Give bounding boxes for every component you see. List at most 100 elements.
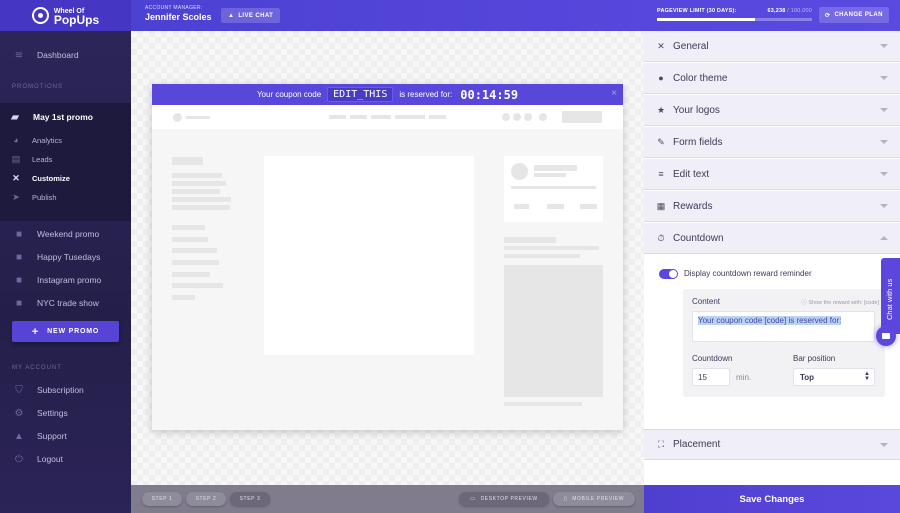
- section-general[interactable]: ✕ General: [644, 31, 900, 62]
- chevron-down-icon: [880, 76, 888, 80]
- sidebar-item-support[interactable]: ▲ Support: [0, 425, 131, 447]
- wheel-icon: [31, 7, 49, 24]
- chevron-down-icon: [880, 44, 888, 48]
- close-icon[interactable]: ×: [611, 88, 617, 99]
- gift-icon: ▦: [656, 200, 666, 211]
- content-hint: ⓘ Show the reward with: [code]: [801, 300, 879, 306]
- sidebar: ≋ Dashboard PROMOTIONS ▰ May 1st promo ◕…: [0, 31, 131, 513]
- section-your-logos[interactable]: ★ Your logos: [644, 95, 900, 126]
- skeleton-block: [186, 116, 210, 119]
- skeleton-block: [172, 225, 205, 230]
- refresh-icon: ⟳: [825, 12, 831, 19]
- chat-icon: ▲: [228, 12, 235, 19]
- countdown-label: Countdown: [692, 354, 733, 363]
- skeleton-block: [172, 260, 219, 265]
- change-plan-button[interactable]: ⟳ CHANGE PLAN: [819, 7, 889, 23]
- section-edit-text[interactable]: ≡ Edit text: [644, 159, 900, 190]
- folder-icon: ■: [15, 274, 23, 286]
- skeleton-block: [562, 111, 602, 123]
- skeleton-block: [524, 113, 532, 121]
- plus-icon: +: [31, 325, 40, 338]
- chevron-down-icon: [880, 108, 888, 112]
- brand-logo[interactable]: Wheel Of PopUps: [0, 0, 131, 31]
- message-icon: [882, 333, 890, 339]
- skeleton-block: [504, 402, 582, 406]
- skeleton-sidebar-image: [504, 265, 603, 397]
- sidebar-item-promo[interactable]: ■ NYC trade show: [0, 292, 131, 314]
- live-chat-label: LIVE CHAT: [238, 12, 274, 19]
- desktop-preview-button[interactable]: ▭ DESKTOP PREVIEW: [459, 492, 549, 506]
- coupon-code: EDIT_THIS: [327, 87, 394, 102]
- skeleton-block: [172, 181, 226, 186]
- skeleton-block: [172, 272, 210, 277]
- skeleton-block: [172, 189, 220, 194]
- skeleton-block: [511, 163, 528, 180]
- pageview-limit: PAGEVIEW LIMIT (30 DAYS): 63,238 / 100,0…: [657, 8, 812, 21]
- section-rewards[interactable]: ▦ Rewards: [644, 191, 900, 222]
- account-manager-name: Jennifer Scoles: [145, 12, 212, 22]
- tools-icon: ✕: [12, 172, 20, 183]
- content-textarea[interactable]: Your coupon code [code] is reserved for:: [692, 311, 875, 342]
- bell-icon: ▲: [14, 430, 24, 442]
- skeleton-block: [504, 237, 556, 243]
- mobile-preview-button[interactable]: ▯ MOBILE PREVIEW: [553, 492, 635, 506]
- power-icon: ⏻: [15, 453, 23, 465]
- skeleton-block: [534, 165, 577, 171]
- new-promo-button[interactable]: + NEW PROMO: [12, 321, 119, 342]
- settings-panel: ✕ General ● Color theme ★ Your logos ✎ F…: [644, 31, 900, 485]
- live-chat-button[interactable]: ▲ LIVE CHAT: [221, 8, 281, 23]
- sidebar-item-subscription[interactable]: ⛉ Subscription: [0, 379, 131, 401]
- sidebar-item-may-1st-promo[interactable]: ▰ May 1st promo: [0, 106, 131, 128]
- sidebar-item-publish[interactable]: ➤ Publish: [0, 188, 131, 206]
- skeleton-block: [513, 113, 521, 121]
- send-icon: ➤: [12, 191, 20, 202]
- skeleton-block: [429, 115, 446, 119]
- pageview-total: / 100,000: [787, 8, 812, 14]
- chat-with-us-tab[interactable]: Chat with us: [881, 258, 900, 334]
- pageview-used: 63,238: [767, 8, 786, 14]
- step-2-button[interactable]: STEP 2: [186, 492, 226, 506]
- website-preview: Your coupon code EDIT_THIS is reserved f…: [152, 84, 623, 430]
- sidebar-item-customize[interactable]: ✕ Customize: [0, 169, 131, 187]
- folder-open-icon: ▰: [11, 111, 19, 123]
- top-bar: Wheel Of PopUps ACCOUNT MANAGER: Jennife…: [0, 0, 900, 31]
- sidebar-item-promo[interactable]: ■ Happy Tusedays: [0, 246, 131, 268]
- bar-position-select[interactable]: Top ▲ ▼: [793, 368, 875, 386]
- mobile-icon: ▯: [563, 496, 568, 502]
- tools-icon: ✕: [657, 40, 665, 51]
- chevron-down-icon: [880, 204, 888, 208]
- pie-chart-icon: ◕: [13, 135, 19, 145]
- content-label: Content: [692, 297, 721, 306]
- countdown-minutes-input[interactable]: 15: [692, 368, 730, 386]
- skeleton-block: [371, 115, 391, 119]
- save-changes-button[interactable]: Save Changes: [644, 485, 900, 513]
- skeleton-block: [502, 113, 510, 121]
- step-3-button[interactable]: STEP 3: [230, 492, 270, 506]
- skeleton-block: [534, 173, 566, 177]
- sidebar-item-promo[interactable]: ■ Weekend promo: [0, 223, 131, 245]
- bottom-bar: STEP 1 STEP 2 STEP 3 ▭ DESKTOP PREVIEW ▯…: [131, 485, 644, 513]
- countdown-toggle[interactable]: [659, 269, 678, 279]
- sidebar-item-dashboard[interactable]: ≋ Dashboard: [0, 44, 131, 66]
- step-1-button[interactable]: STEP 1: [142, 492, 182, 506]
- section-color-theme[interactable]: ● Color theme: [644, 63, 900, 94]
- folder-icon: ■: [15, 251, 23, 263]
- sidebar-item-settings[interactable]: ⚙ Settings: [0, 402, 131, 424]
- sidebar-item-leads[interactable]: ▤ Leads: [0, 150, 131, 168]
- countdown-bar: Your coupon code EDIT_THIS is reserved f…: [152, 84, 623, 105]
- sidebar-item-promo[interactable]: ■ Instagram promo: [0, 269, 131, 291]
- skeleton-block: [580, 204, 597, 209]
- section-placement[interactable]: ⛶ Placement: [644, 429, 900, 460]
- chat-bubble-button[interactable]: [876, 326, 896, 346]
- account-manager-label: ACCOUNT MANAGER:: [145, 5, 203, 11]
- skeleton-block: [547, 204, 564, 209]
- countdown-settings-box: Content ⓘ Show the reward with: [code] Y…: [683, 289, 885, 397]
- skeleton-block: [172, 173, 222, 178]
- section-form-fields[interactable]: ✎ Form fields: [644, 127, 900, 158]
- sidebar-item-logout[interactable]: ⏻ Logout: [0, 448, 131, 470]
- sidebar-item-analytics[interactable]: ◕ Analytics: [0, 131, 131, 149]
- skeleton-block: [504, 246, 599, 250]
- section-countdown[interactable]: ⏱ Countdown: [644, 223, 900, 254]
- chevron-down-icon: [880, 140, 888, 144]
- palette-icon: ●: [658, 73, 664, 83]
